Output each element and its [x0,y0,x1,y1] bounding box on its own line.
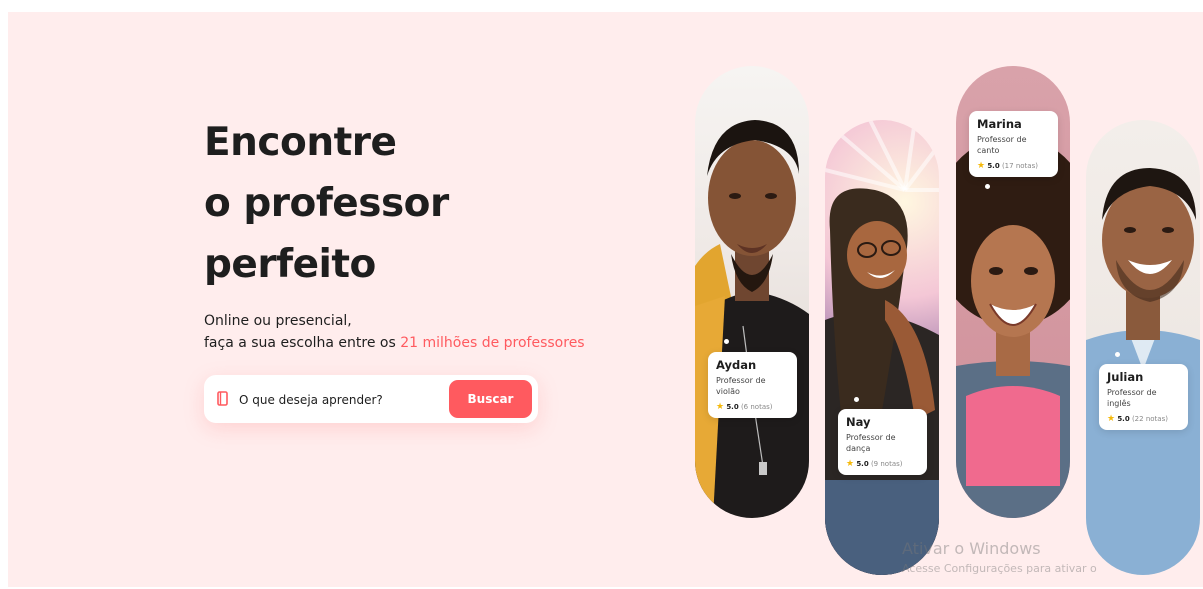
search-input[interactable] [237,385,441,415]
star-icon: ★ [977,161,986,171]
teacher-card-marina[interactable]: Marina Professor de canto ★ 5.0 (17 nota… [969,111,1058,177]
teacher-name: Aydan [716,358,757,372]
person-photo [695,120,809,518]
hero-subtitle: Online ou presencial, faça a sua escolha… [204,310,585,354]
teacher-photo-nay[interactable] [825,120,939,575]
teacher-subject: Professor de violão [716,376,766,396]
star-icon: ★ [716,402,725,412]
book-icon [217,391,228,406]
connector-dot [724,339,729,344]
star-icon: ★ [1107,414,1116,424]
teacher-photo-aydan[interactable] [695,66,809,518]
teacher-subject: Professor de canto [977,135,1027,155]
search-bar: Buscar [204,375,538,423]
teacher-card-nay[interactable]: Nay Professor de dança ★ 5.0 (9 notas) [838,409,927,475]
teacher-rating: ★ 5.0 (17 notas) [977,161,1038,171]
teacher-count-highlight: 21 milhões de professores [400,335,585,351]
subtitle-line-1: Online ou presencial, [204,313,352,329]
windows-activation-title: Ativar o Windows [902,539,1041,558]
teacher-rating: ★ 5.0 (9 notas) [846,459,903,469]
teacher-name: Nay [846,415,871,429]
teacher-photo-julian[interactable] [1086,120,1200,575]
subtitle-line-2: faça a sua escolha entre os 21 milhões d… [204,332,585,354]
star-icon: ★ [846,459,855,469]
headline-line-3: perfeito [204,242,376,287]
windows-activation-subtitle: Acesse Configurações para ativar o [902,562,1097,575]
teacher-rating: ★ 5.0 (6 notas) [716,402,773,412]
teacher-rating: ★ 5.0 (22 notas) [1107,414,1168,424]
teacher-subject: Professor de inglês [1107,388,1157,408]
connector-dot [1115,352,1120,357]
hero-headline: Encontre o professor perfeito [204,112,449,295]
teacher-subject: Professor de dança [846,433,896,453]
connector-dot [854,397,859,402]
top-bar [0,0,1203,12]
teacher-name: Marina [977,117,1022,131]
person-photo [1086,168,1200,575]
hero-section: Encontre o professor perfeito Online ou … [8,12,1203,587]
teacher-name: Julian [1107,370,1144,384]
person-photo [825,120,939,575]
headline-line-2: o professor [204,181,449,226]
teacher-card-julian[interactable]: Julian Professor de inglês ★ 5.0 (22 not… [1099,364,1188,430]
subtitle-prefix: faça a sua escolha entre os [204,335,401,351]
search-button[interactable]: Buscar [449,380,532,418]
headline-line-1: Encontre [204,120,397,165]
connector-dot [985,184,990,189]
teacher-card-aydan[interactable]: Aydan Professor de violão ★ 5.0 (6 notas… [708,352,797,418]
